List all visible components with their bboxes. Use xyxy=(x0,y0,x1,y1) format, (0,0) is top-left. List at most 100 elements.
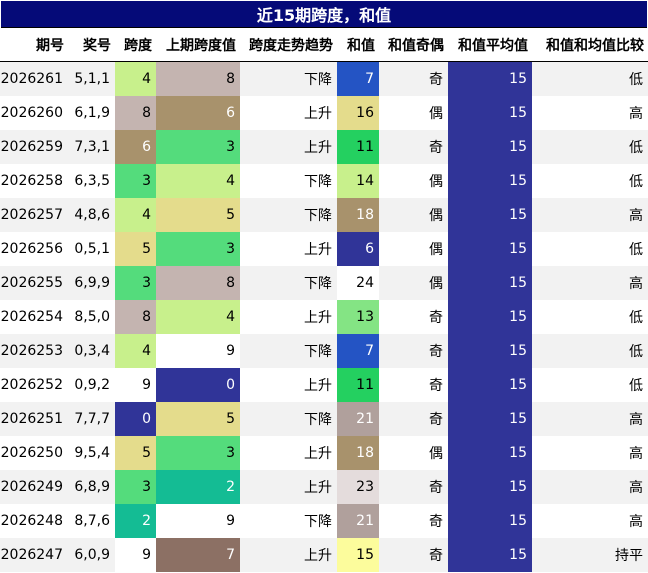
cell-compare[interactable]: 低 xyxy=(532,164,648,198)
cell-span[interactable]: 6 xyxy=(115,130,156,164)
cell-period[interactable]: 2026251 xyxy=(0,402,68,436)
cell-numbers[interactable]: 5,1,1 xyxy=(68,61,115,96)
cell-period[interactable]: 2026256 xyxy=(0,232,68,266)
cell-avg[interactable]: 15 xyxy=(448,436,532,470)
cell-period[interactable]: 2026260 xyxy=(0,96,68,130)
cell-prev-span[interactable]: 3 xyxy=(156,436,240,470)
cell-numbers[interactable]: 7,3,1 xyxy=(68,130,115,164)
cell-compare[interactable]: 持平 xyxy=(532,538,648,572)
cell-trend[interactable]: 上升 xyxy=(240,368,337,402)
cell-sum[interactable]: 18 xyxy=(337,198,379,232)
cell-trend[interactable]: 下降 xyxy=(240,334,337,368)
cell-span[interactable]: 9 xyxy=(115,538,156,572)
cell-sum[interactable]: 21 xyxy=(337,504,379,538)
cell-trend[interactable]: 下降 xyxy=(240,402,337,436)
cell-compare[interactable]: 低 xyxy=(532,61,648,96)
cell-avg[interactable]: 15 xyxy=(448,470,532,504)
cell-period[interactable]: 2026248 xyxy=(0,504,68,538)
cell-compare[interactable]: 高 xyxy=(532,436,648,470)
cell-span[interactable]: 4 xyxy=(115,334,156,368)
cell-avg[interactable]: 15 xyxy=(448,300,532,334)
cell-prev-span[interactable]: 3 xyxy=(156,130,240,164)
cell-span[interactable]: 0 xyxy=(115,402,156,436)
cell-sum[interactable]: 7 xyxy=(337,61,379,96)
cell-trend[interactable]: 下降 xyxy=(240,504,337,538)
cell-parity[interactable]: 奇 xyxy=(379,130,448,164)
cell-trend[interactable]: 上升 xyxy=(240,538,337,572)
cell-avg[interactable]: 15 xyxy=(448,61,532,96)
cell-prev-span[interactable]: 7 xyxy=(156,538,240,572)
cell-compare[interactable]: 高 xyxy=(532,470,648,504)
cell-parity[interactable]: 奇 xyxy=(379,402,448,436)
cell-parity[interactable]: 奇 xyxy=(379,504,448,538)
cell-prev-span[interactable]: 8 xyxy=(156,61,240,96)
cell-span[interactable]: 5 xyxy=(115,232,156,266)
cell-span[interactable]: 3 xyxy=(115,164,156,198)
cell-avg[interactable]: 15 xyxy=(448,164,532,198)
cell-parity[interactable]: 偶 xyxy=(379,436,448,470)
col-header-parity[interactable]: 和值奇偶 xyxy=(379,28,448,62)
cell-avg[interactable]: 15 xyxy=(448,504,532,538)
cell-parity[interactable]: 偶 xyxy=(379,96,448,130)
col-header-numbers[interactable]: 奖号 xyxy=(68,28,115,62)
cell-period[interactable]: 2026261 xyxy=(0,61,68,96)
cell-compare[interactable]: 高 xyxy=(532,266,648,300)
cell-sum[interactable]: 16 xyxy=(337,96,379,130)
cell-period[interactable]: 2026255 xyxy=(0,266,68,300)
col-header-span[interactable]: 跨度 xyxy=(115,28,156,62)
cell-numbers[interactable]: 0,9,2 xyxy=(68,368,115,402)
cell-period[interactable]: 2026253 xyxy=(0,334,68,368)
cell-trend[interactable]: 下降 xyxy=(240,164,337,198)
cell-parity[interactable]: 奇 xyxy=(379,334,448,368)
col-header-period[interactable]: 期号 xyxy=(0,28,68,62)
cell-numbers[interactable]: 8,7,6 xyxy=(68,504,115,538)
cell-period[interactable]: 2026257 xyxy=(0,198,68,232)
col-header-prev-span[interactable]: 上期跨度值 xyxy=(156,28,240,62)
cell-numbers[interactable]: 9,5,4 xyxy=(68,436,115,470)
cell-avg[interactable]: 15 xyxy=(448,198,532,232)
cell-parity[interactable]: 偶 xyxy=(379,266,448,300)
cell-prev-span[interactable]: 4 xyxy=(156,300,240,334)
cell-parity[interactable]: 奇 xyxy=(379,470,448,504)
cell-period[interactable]: 2026259 xyxy=(0,130,68,164)
cell-period[interactable]: 2026252 xyxy=(0,368,68,402)
col-header-avg[interactable]: 和值平均值 xyxy=(448,28,532,62)
cell-sum[interactable]: 23 xyxy=(337,470,379,504)
cell-parity[interactable]: 奇 xyxy=(379,368,448,402)
cell-period[interactable]: 2026258 xyxy=(0,164,68,198)
cell-trend[interactable]: 上升 xyxy=(240,130,337,164)
cell-compare[interactable]: 高 xyxy=(532,96,648,130)
cell-parity[interactable]: 偶 xyxy=(379,232,448,266)
cell-sum[interactable]: 15 xyxy=(337,538,379,572)
cell-avg[interactable]: 15 xyxy=(448,538,532,572)
cell-numbers[interactable]: 6,1,9 xyxy=(68,96,115,130)
cell-span[interactable]: 9 xyxy=(115,368,156,402)
cell-avg[interactable]: 15 xyxy=(448,334,532,368)
cell-numbers[interactable]: 8,5,0 xyxy=(68,300,115,334)
cell-compare[interactable]: 低 xyxy=(532,300,648,334)
cell-trend[interactable]: 上升 xyxy=(240,436,337,470)
cell-span[interactable]: 8 xyxy=(115,300,156,334)
cell-avg[interactable]: 15 xyxy=(448,232,532,266)
cell-avg[interactable]: 15 xyxy=(448,130,532,164)
cell-trend[interactable]: 上升 xyxy=(240,96,337,130)
cell-sum[interactable]: 6 xyxy=(337,232,379,266)
cell-prev-span[interactable]: 4 xyxy=(156,164,240,198)
col-header-compare[interactable]: 和值和均值比较 xyxy=(532,28,648,62)
cell-parity[interactable]: 奇 xyxy=(379,538,448,572)
cell-sum[interactable]: 14 xyxy=(337,164,379,198)
cell-trend[interactable]: 下降 xyxy=(240,198,337,232)
cell-compare[interactable]: 高 xyxy=(532,198,648,232)
col-header-trend[interactable]: 跨度走势趋势 xyxy=(240,28,337,62)
cell-span[interactable]: 8 xyxy=(115,96,156,130)
cell-sum[interactable]: 18 xyxy=(337,436,379,470)
cell-span[interactable]: 3 xyxy=(115,266,156,300)
cell-span[interactable]: 3 xyxy=(115,470,156,504)
cell-numbers[interactable]: 6,3,5 xyxy=(68,164,115,198)
cell-numbers[interactable]: 4,8,6 xyxy=(68,198,115,232)
cell-prev-span[interactable]: 9 xyxy=(156,504,240,538)
cell-period[interactable]: 2026250 xyxy=(0,436,68,470)
cell-parity[interactable]: 偶 xyxy=(379,164,448,198)
cell-avg[interactable]: 15 xyxy=(448,266,532,300)
cell-sum[interactable]: 24 xyxy=(337,266,379,300)
